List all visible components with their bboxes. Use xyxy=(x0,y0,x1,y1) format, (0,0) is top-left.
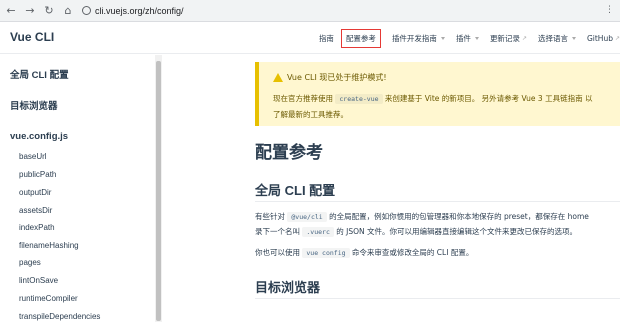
main-content: Vue CLI 现已处于维护模式! 现在官方推荐使用 create-vue 来创… xyxy=(162,55,620,322)
reload-icon[interactable]: ↻ xyxy=(41,3,57,19)
warning-text: 现在官方推荐使用 xyxy=(273,94,333,103)
sidebar-item[interactable]: lintOnSave xyxy=(19,276,58,285)
address-text: cli.vuejs.org/zh/config/ xyxy=(95,5,184,16)
address-bar[interactable]: cli.vuejs.org/zh/config/ xyxy=(82,6,184,16)
chevron-down-icon xyxy=(440,36,445,40)
sidebar: 全局 CLI 配置 目标浏览器 vue.config.js baseUrl pu… xyxy=(0,55,162,322)
nav-link-label: 插件 xyxy=(455,33,471,43)
sidebar-scrollbar[interactable] xyxy=(155,55,162,322)
home-icon[interactable]: ⌂ xyxy=(60,3,76,19)
chevron-down-icon xyxy=(474,36,479,40)
browser-toolbar: ← → ↻ ⌂ cli.vuejs.org/zh/config/ ⋮ xyxy=(0,0,620,22)
sidebar-item[interactable]: runtimeCompiler xyxy=(19,294,78,303)
sidebar-item[interactable]: baseUrl xyxy=(19,152,47,161)
paragraph-text: 有些针对 xyxy=(255,212,285,221)
section-title-browsers: 目标浏览器 xyxy=(255,280,321,295)
inline-code: .vuerc xyxy=(302,227,334,237)
info-icon xyxy=(82,6,91,15)
site-name[interactable]: Vue CLI xyxy=(10,30,54,44)
sidebar-item[interactable]: assetsDir xyxy=(19,206,52,215)
sidebar-item[interactable]: transpileDependencies xyxy=(19,312,100,321)
nav-link[interactable]: GitHub ↗ xyxy=(587,34,620,43)
section-divider xyxy=(255,298,620,299)
forward-icon[interactable]: → xyxy=(22,3,38,19)
sidebar-item[interactable]: publicPath xyxy=(19,170,56,179)
warning-line-1: 现在官方推荐使用 create-vue 来创建基于 Vite 的新项目。 另外请… xyxy=(273,93,592,104)
site-navbar: Vue CLI 指南 配置参考 插件开发指南 插件 更新记录 ↗ 选择语言 GitHub ↗ xyxy=(0,22,620,54)
warning-line-2: 了解最新的工具推荐。 xyxy=(273,110,348,119)
paragraph-line: 录下一个名叫 .vuerc 的 JSON 文件。你可以用编辑器直接编辑这个文件来… xyxy=(255,225,577,239)
warning-text[interactable]: 来创建基于 Vite 的新项目。 另外请参考 Vue 3 工具链指南 以 xyxy=(385,94,593,103)
nav-link-label: 指南 xyxy=(318,33,334,43)
nav-links: 指南 配置参考 插件开发指南 插件 更新记录 ↗ 选择语言 GitHub ↗ xyxy=(308,22,620,54)
external-link-icon: ↗ xyxy=(614,34,620,42)
paragraph-text: 你也可以使用 xyxy=(255,248,300,257)
nav-link[interactable]: 配置参考 xyxy=(340,28,381,48)
paragraph-line: 有些针对 @vue/cli 的全局配置，例如你惯用的包管理器和你本地保存的 pr… xyxy=(255,210,589,224)
paragraph-line: 你也可以使用 vue config 命令来审查或修改全局的 CLI 配置。 xyxy=(255,246,473,260)
chevron-down-icon xyxy=(571,36,576,40)
nav-link-label: 更新记录 xyxy=(489,33,520,43)
paragraph-text: 录下一个名叫 xyxy=(255,227,300,236)
nav-link-label: 配置参考 xyxy=(345,33,376,43)
sidebar-item[interactable]: indexPath xyxy=(19,223,55,232)
sidebar-item[interactable]: pages xyxy=(19,258,41,267)
nav-link-label: GitHub xyxy=(586,33,613,43)
sidebar-item[interactable]: outputDir xyxy=(19,188,51,197)
maintenance-warning: Vue CLI 现已处于维护模式! 现在官方推荐使用 create-vue 来创… xyxy=(255,62,620,126)
nav-link[interactable]: 指南 xyxy=(319,33,334,44)
nav-link[interactable]: 插件 xyxy=(456,33,479,44)
page-title: 配置参考 xyxy=(255,143,323,162)
paragraph-text: 的 JSON 文件。你可以用编辑器直接编辑这个文件来更改已保存的选项。 xyxy=(336,227,578,236)
inline-code: vue config xyxy=(302,248,350,258)
sidebar-group-global-cli[interactable]: 全局 CLI 配置 xyxy=(10,67,69,81)
inline-code: create-vue xyxy=(335,94,383,104)
paragraph-text: 命令来审查或修改全局的 CLI 配置。 xyxy=(351,248,474,257)
nav-link[interactable]: 插件开发指南 xyxy=(392,33,445,44)
paragraph-text: 的全局配置，例如你惯用的包管理器和你本地保存的 preset，都保存在 home xyxy=(329,212,589,221)
external-link-icon: ↗ xyxy=(521,34,527,42)
section-title-global-cli: 全局 CLI 配置 xyxy=(255,183,336,198)
section-divider xyxy=(255,201,620,202)
extension-icon[interactable]: ⋮ xyxy=(605,5,614,15)
sidebar-item[interactable]: filenameHashing xyxy=(19,241,79,250)
scrollbar-thumb[interactable] xyxy=(156,61,161,321)
nav-link[interactable]: 选择语言 xyxy=(538,33,576,44)
sidebar-group-vue-config[interactable]: vue.config.js xyxy=(10,131,68,142)
nav-link[interactable]: 更新记录 ↗ xyxy=(490,33,527,44)
inline-code: @vue/cli xyxy=(287,212,327,222)
warning-title: Vue CLI 现已处于维护模式! xyxy=(273,72,387,83)
sidebar-group-browsers[interactable]: 目标浏览器 xyxy=(10,98,58,112)
nav-link-label: 选择语言 xyxy=(537,33,568,43)
warning-title-text: Vue CLI 现已处于维护模式! xyxy=(287,73,387,82)
warning-icon xyxy=(273,73,283,82)
back-icon[interactable]: ← xyxy=(3,3,19,19)
nav-link-label: 插件开发指南 xyxy=(391,33,437,43)
